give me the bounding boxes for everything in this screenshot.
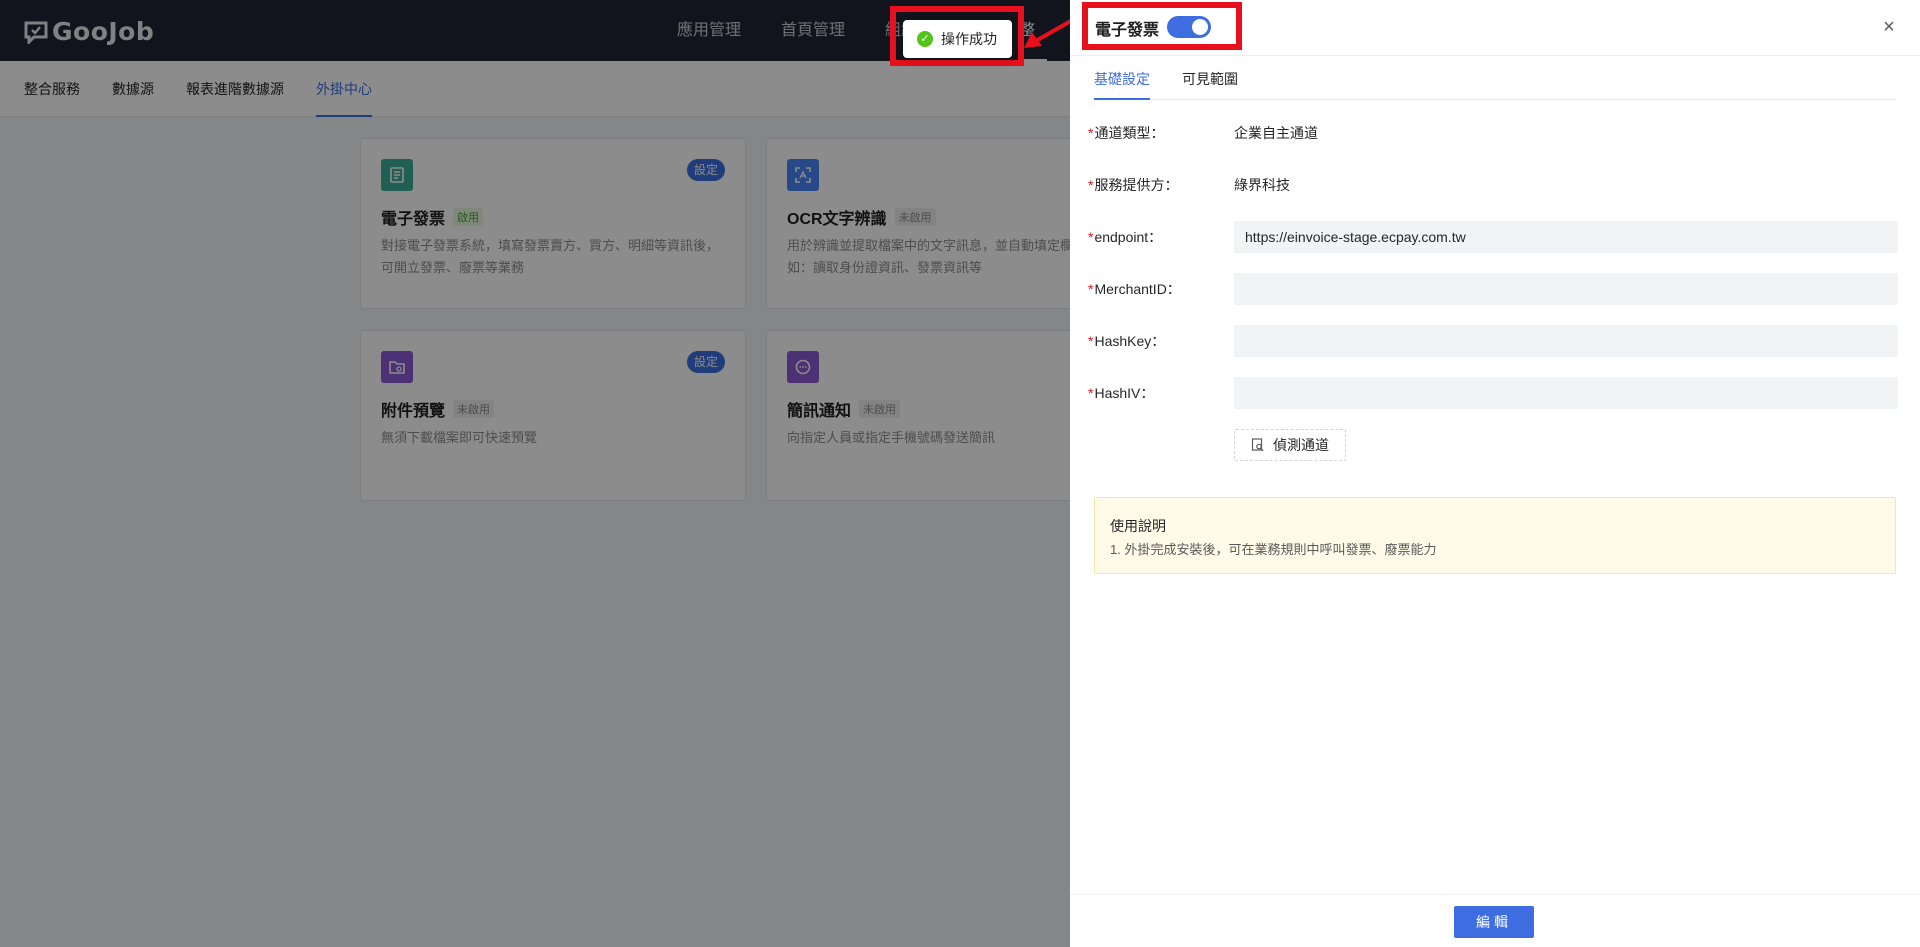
field-label-text: HashIV： bbox=[1094, 385, 1155, 401]
hash-key-input[interactable] bbox=[1234, 325, 1898, 357]
detect-channel-button[interactable]: 偵測通道 bbox=[1234, 429, 1346, 461]
merchant-id-input[interactable] bbox=[1234, 273, 1898, 305]
toggle-knob bbox=[1192, 19, 1208, 35]
enable-toggle[interactable] bbox=[1167, 16, 1211, 38]
field-hash-iv: *HashIV： bbox=[1088, 377, 1898, 409]
field-provider: *服務提供方： 綠界科技 bbox=[1088, 169, 1898, 201]
usage-notice: 使用說明 1. 外掛完成安裝後，可在業務規則中呼叫發票、廢票能力 bbox=[1094, 497, 1896, 574]
drawer-footer: 編輯 bbox=[1070, 894, 1920, 947]
required-mark: * bbox=[1088, 385, 1094, 401]
field-label: *HashKey： bbox=[1088, 325, 1165, 357]
toast-message: 操作成功 bbox=[941, 31, 997, 47]
tab-visible-range[interactable]: 可見範圍 bbox=[1182, 56, 1238, 100]
field-label: *endpoint： bbox=[1088, 221, 1162, 253]
notice-title: 使用說明 bbox=[1110, 518, 1166, 534]
settings-drawer: 電子發票 × 基礎設定 可見範圍 *通道類型： 企業自主通道 *服務提供方： 綠… bbox=[1070, 0, 1920, 947]
field-label-text: HashKey： bbox=[1094, 333, 1166, 349]
field-channel-type: *通道類型： 企業自主通道 bbox=[1088, 117, 1898, 149]
required-mark: * bbox=[1088, 281, 1094, 297]
field-label-text: endpoint： bbox=[1094, 229, 1163, 245]
check-circle-icon: ✓ bbox=[917, 31, 933, 47]
field-label-text: 通道類型： bbox=[1094, 125, 1165, 141]
field-value: 企業自主通道 bbox=[1234, 125, 1318, 141]
edit-button[interactable]: 編輯 bbox=[1454, 906, 1534, 938]
field-endpoint: *endpoint： bbox=[1088, 221, 1898, 253]
tab-basic-settings[interactable]: 基礎設定 bbox=[1094, 56, 1150, 100]
notice-line: 1. 外掛完成安裝後，可在業務規則中呼叫發票、廢票能力 bbox=[1110, 542, 1437, 557]
field-value: 綠界科技 bbox=[1234, 177, 1290, 193]
field-label: *通道類型： bbox=[1088, 117, 1164, 149]
field-label-text: MerchantID： bbox=[1094, 281, 1181, 297]
success-toast: ✓ 操作成功 bbox=[903, 20, 1012, 58]
field-hash-key: *HashKey： bbox=[1088, 325, 1898, 357]
close-icon[interactable]: × bbox=[1878, 16, 1900, 38]
required-mark: * bbox=[1088, 125, 1094, 141]
drawer-title: 電子發票 bbox=[1095, 22, 1160, 39]
field-merchant-id: *MerchantID： bbox=[1088, 273, 1898, 305]
field-label: *MerchantID： bbox=[1088, 273, 1181, 305]
drawer-tabs: 基礎設定 可見範圍 bbox=[1094, 56, 1896, 100]
modal-overlay[interactable] bbox=[0, 0, 1070, 947]
required-mark: * bbox=[1088, 333, 1094, 349]
field-label: *HashIV： bbox=[1088, 377, 1154, 409]
document-search-icon bbox=[1251, 438, 1264, 452]
field-label-text: 服務提供方： bbox=[1094, 177, 1179, 193]
field-label: *服務提供方： bbox=[1088, 169, 1178, 201]
endpoint-input[interactable] bbox=[1234, 221, 1898, 253]
required-mark: * bbox=[1088, 229, 1094, 245]
drawer-header: 電子發票 × bbox=[1070, 0, 1920, 56]
required-mark: * bbox=[1088, 177, 1094, 193]
hash-iv-input[interactable] bbox=[1234, 377, 1898, 409]
detect-channel-label: 偵測通道 bbox=[1273, 437, 1329, 453]
